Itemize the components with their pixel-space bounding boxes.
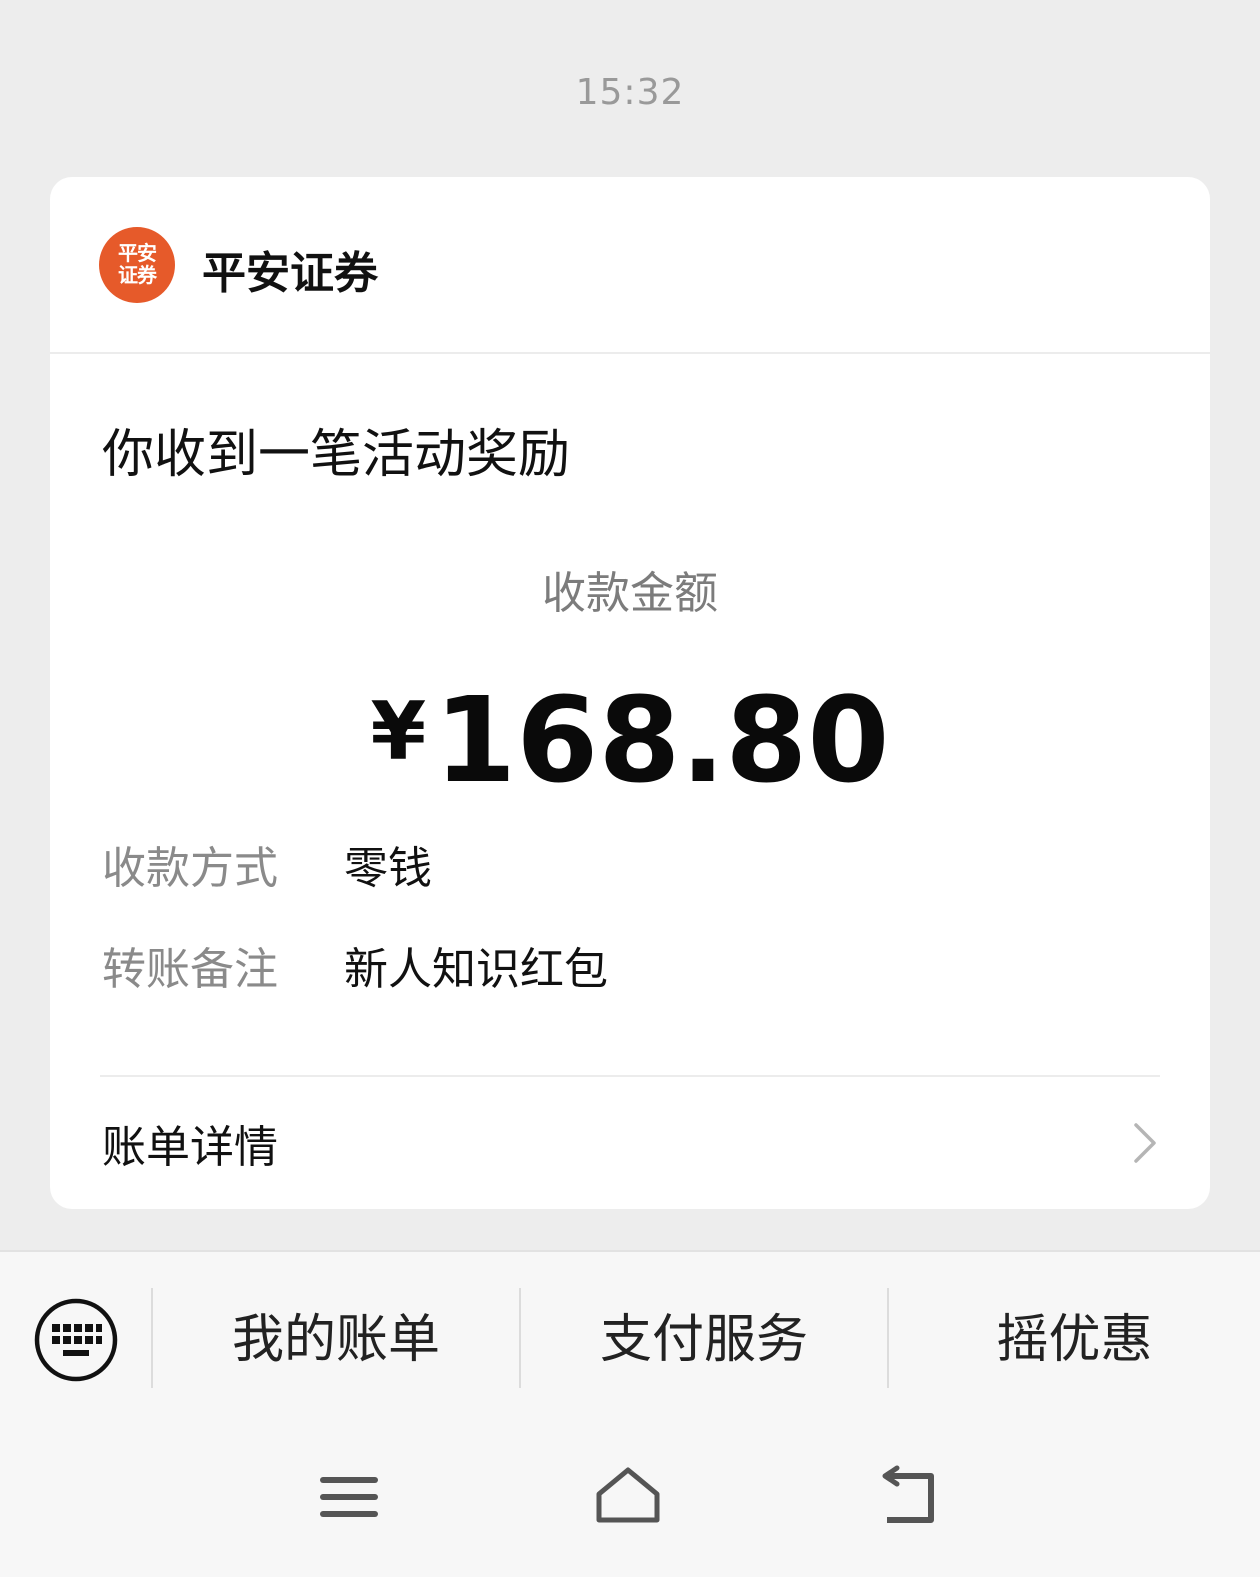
card-header: 平安 证券 平安证券 [50,177,1210,354]
info-value: 新人知识红包 [344,944,608,995]
sender-name: 平安证券 [202,248,378,299]
info-row-payment-method: 收款方式 零钱 [102,839,1162,899]
menu-shake-deals[interactable]: 摇优惠 [889,1290,1260,1390]
message-timestamp: 15:32 [575,72,685,113]
sender-logo: 平安 证券 [99,227,175,303]
menu-payment-services[interactable]: 支付服务 [521,1290,887,1390]
amount-display: ¥168.80 [50,667,1210,805]
info-value: 零钱 [344,843,432,894]
info-label: 转账备注 [102,944,278,995]
info-row-transfer-note: 转账备注 新人知识红包 [102,940,1162,1000]
bottom-menu-bar: 我的账单 支付服务 摇优惠 [0,1250,1260,1577]
back-icon[interactable] [873,1462,943,1532]
bill-details-label: 账单详情 [102,1122,278,1173]
keyboard-icon[interactable] [33,1297,119,1383]
amount-label: 收款金额 [542,568,718,619]
menu-icon[interactable] [314,1462,384,1532]
amount-value: 168.80 [434,671,890,809]
chevron-right-icon [1134,1123,1156,1163]
menu-my-bills[interactable]: 我的账单 [153,1290,519,1390]
card-title: 你收到一笔活动奖励 [102,425,571,485]
home-icon[interactable] [593,1462,663,1532]
info-label: 收款方式 [102,843,278,894]
payment-notification-card[interactable]: 平安 证券 平安证券 你收到一笔活动奖励 收款金额 ¥168.80 收款方式 零… [50,177,1210,1209]
bill-details-link[interactable]: 账单详情 [50,1077,1210,1209]
sender-logo-line1: 平安 [118,241,157,265]
currency-symbol: ¥ [370,685,427,778]
sender-logo-line2: 证券 [118,263,157,287]
